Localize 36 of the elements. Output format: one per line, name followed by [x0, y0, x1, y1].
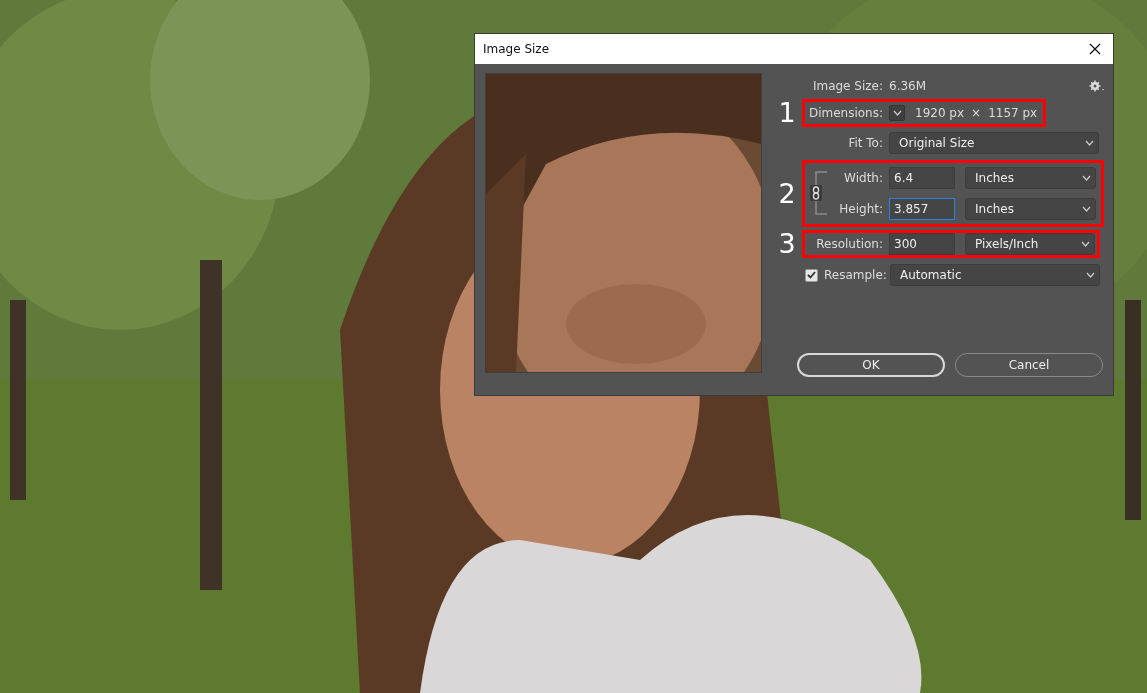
callout-number: 1 [777, 97, 797, 128]
number-field[interactable]: 3.857 [889, 197, 955, 220]
chevron-icon [1085, 140, 1094, 146]
times-sign: × [971, 105, 982, 120]
window-title: Image Size [483, 42, 550, 56]
field-label: Resolution: [815, 236, 884, 251]
number-field[interactable]: 6.4 [889, 166, 955, 189]
callout-number: 3 [777, 228, 797, 259]
resample-dropdown[interactable]: Automatic [890, 264, 1100, 286]
chevron-icon [1082, 205, 1091, 212]
chevron-icon [1086, 272, 1095, 278]
field-label: Dimensions: [807, 105, 884, 120]
field-label: Resample: [824, 268, 888, 282]
dimensions-toggle[interactable] [889, 104, 905, 121]
field-label: Height: [838, 201, 884, 216]
unit-dropdown[interactable]: Pixels/Inch [965, 232, 1095, 255]
number-field[interactable]: 300 [889, 232, 955, 255]
fit-to-dropdown[interactable]: Original Size [889, 132, 1099, 154]
dimension-height: 1157 px [988, 105, 1038, 120]
unit-dropdown[interactable]: Inches [965, 197, 1096, 220]
chevron-icon [1081, 240, 1090, 247]
dimension-width: 1920 px [915, 105, 965, 120]
settings-icon [1089, 80, 1105, 92]
image-size-value: 6.36M [889, 79, 927, 93]
dialog-button[interactable]: OK [797, 353, 945, 377]
callout-number: 2 [777, 177, 797, 209]
field-label: Width: [843, 170, 884, 185]
check-icon [807, 271, 816, 279]
chevron-icon [892, 109, 902, 116]
settings-button[interactable] [1089, 80, 1105, 92]
resample-checkbox[interactable] [805, 268, 818, 282]
field-label: Fit To: [847, 136, 884, 150]
chevron-icon [1082, 174, 1091, 181]
field-label: Image Size: [811, 79, 884, 93]
close-icon [1089, 43, 1101, 55]
unit-dropdown[interactable]: Inches [965, 166, 1096, 189]
